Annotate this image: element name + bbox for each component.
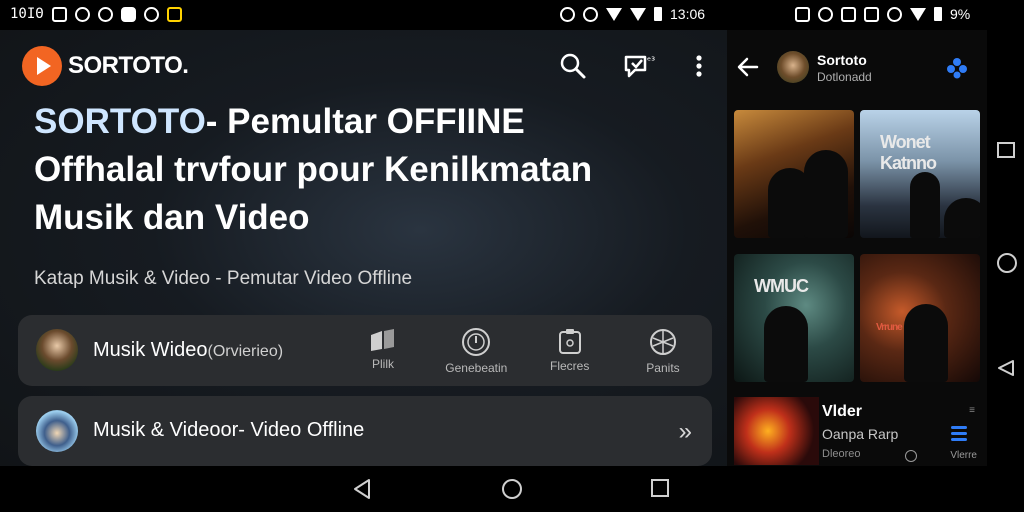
- card-title: Musik Wideo(Orvierieo): [93, 339, 283, 362]
- avatar: [36, 329, 78, 371]
- silhouette: [764, 306, 808, 382]
- play-logo-icon: [22, 46, 62, 86]
- alarm-icon: [887, 6, 902, 22]
- back-arrow-icon[interactable]: [735, 54, 761, 80]
- clock-icon: [795, 6, 810, 22]
- hero-line-1: SORTOTO- Pemultar OFFIINE: [34, 98, 694, 146]
- side-navigation: [987, 30, 1024, 466]
- hero-accent: SORTOTO: [34, 102, 206, 141]
- brand-name: SORTOTO.: [68, 52, 189, 79]
- side-panel: Sortoto Dotlonadd Wonet Katnno WMUC Vrru…: [727, 30, 987, 466]
- signal-icon: [630, 7, 646, 21]
- action-panits[interactable]: Panits: [618, 327, 708, 375]
- cast-feedback-icon[interactable]: ᵉ³: [623, 52, 659, 80]
- battery-percent: 9%: [950, 6, 971, 22]
- thumbnail-title: Vrrune: [876, 322, 903, 333]
- recents-icon[interactable]: [650, 478, 670, 498]
- refresh-icon[interactable]: [905, 450, 917, 462]
- bag-icon: [120, 6, 136, 22]
- home-icon[interactable]: [501, 478, 523, 500]
- search-icon[interactable]: [559, 52, 587, 80]
- more-vert-icon[interactable]: [695, 54, 703, 78]
- card-actions: Plilk Genebeatin Flecres Panits: [338, 327, 708, 375]
- home-icon[interactable]: [996, 252, 1018, 274]
- n-icon: [841, 6, 856, 22]
- media-card-primary[interactable]: Musik Wideo(Orvierieo) Plilk Genebeatin: [18, 315, 712, 386]
- list-item-title: Vlder: [822, 403, 863, 420]
- thumbnail-title: WMUC: [754, 276, 809, 296]
- main-panel: SORTOTO. ᵉ³ SORTOTO- Pemultar OFFIINE Of…: [0, 30, 727, 466]
- status-bar: 10IΘ 13:06 9%: [0, 0, 1024, 30]
- avatar: [36, 410, 78, 452]
- action-label: Panits: [646, 361, 680, 375]
- menu-icon[interactable]: ≡: [969, 405, 975, 416]
- action-label: Plilk: [371, 357, 394, 371]
- clock-icon: [462, 328, 491, 356]
- card-title: Musik & Videoor- Video Offline: [93, 419, 365, 441]
- sync-icon: [143, 6, 159, 22]
- alarm-icon: [818, 6, 833, 22]
- side-panel-title: Sortoto: [817, 52, 867, 68]
- action-label: Genebeatin: [445, 361, 508, 375]
- action-label: Flecres: [549, 359, 590, 373]
- shield-icon: [74, 6, 90, 22]
- status-right-right: 9%: [795, 6, 970, 22]
- back-icon[interactable]: [996, 358, 1016, 378]
- video-thumbnail[interactable]: Wonet Katnno: [860, 110, 980, 238]
- thumbnail-title: Wonet Katnno: [880, 132, 937, 173]
- status-time: 13:06: [670, 6, 706, 22]
- cat-icon: [97, 6, 113, 22]
- folder-icon: [371, 329, 394, 351]
- tag-icon: [166, 6, 182, 22]
- wifi-icon: [910, 7, 926, 21]
- side-panel-header: Sortoto Dotlonadd: [727, 30, 987, 100]
- status-left: 10IΘ: [10, 6, 182, 22]
- vibrate-icon: [560, 6, 575, 22]
- alarm-icon: [583, 6, 598, 22]
- hero-subtitle: Katap Musik & Video - Pemutar Video Offl…: [34, 268, 413, 289]
- recents-icon[interactable]: [996, 140, 1016, 160]
- svg-text:ᵉ³: ᵉ³: [647, 56, 655, 67]
- hero-line-2: Offhalal trvfour pour Kenilkmatan: [34, 150, 593, 189]
- video-thumbnail[interactable]: WMUC: [734, 254, 854, 382]
- globe-icon: [649, 329, 676, 355]
- video-thumbnail[interactable]: Vrrune: [860, 254, 980, 382]
- bottom-navigation: [0, 466, 1024, 512]
- silhouette: [904, 304, 948, 382]
- stack-icon[interactable]: [949, 423, 969, 443]
- card-title-paren: (Orvierieo): [207, 343, 284, 360]
- wifi-icon: [606, 7, 622, 21]
- action-genebeatin[interactable]: Genebeatin: [431, 327, 521, 375]
- media-card-secondary[interactable]: Musik & Videoor- Video Offline »: [18, 396, 712, 466]
- side-panel-subtitle: Dotlonadd: [817, 70, 872, 84]
- stack-label: Vlerre: [950, 450, 977, 461]
- battery-icon: [654, 7, 662, 21]
- chevron-right-icon[interactable]: »: [679, 418, 692, 446]
- silhouette: [944, 198, 980, 238]
- flower-icon[interactable]: [945, 56, 969, 80]
- avatar: [777, 51, 809, 83]
- status-left-text: 10IΘ: [10, 6, 44, 22]
- hero-headline: SORTOTO- Pemultar OFFIINE Offhalal trvfo…: [34, 98, 694, 242]
- list-item-subtitle: Oanpa Rarp: [822, 426, 899, 442]
- action-plilk[interactable]: Plilk: [338, 327, 428, 375]
- brand[interactable]: SORTOTO.: [22, 46, 189, 86]
- battery-icon: [934, 7, 942, 21]
- silhouette: [910, 172, 940, 238]
- video-thumbnail[interactable]: [734, 110, 854, 238]
- back-icon[interactable]: [352, 478, 372, 500]
- hero-title-rest: - Pemultar OFFIINE: [205, 102, 525, 141]
- notification-icon: [51, 6, 67, 22]
- video-thumbnail: [734, 397, 819, 465]
- status-right-left: 13:06: [560, 6, 705, 22]
- bag-icon: [864, 6, 879, 22]
- top-actions: ᵉ³: [559, 52, 703, 80]
- media-list-item[interactable]: Vlder Oanpa Rarp Dleoreo ≡ Vlerre: [727, 395, 987, 466]
- card-title-main: Musik Wideo: [93, 339, 208, 361]
- action-flecres[interactable]: Flecres: [525, 327, 615, 375]
- hero-line-3: Musik dan Video: [34, 198, 310, 237]
- silhouette: [804, 150, 848, 238]
- file-icon: [558, 329, 581, 354]
- list-item-meta: Dleoreo: [822, 448, 861, 460]
